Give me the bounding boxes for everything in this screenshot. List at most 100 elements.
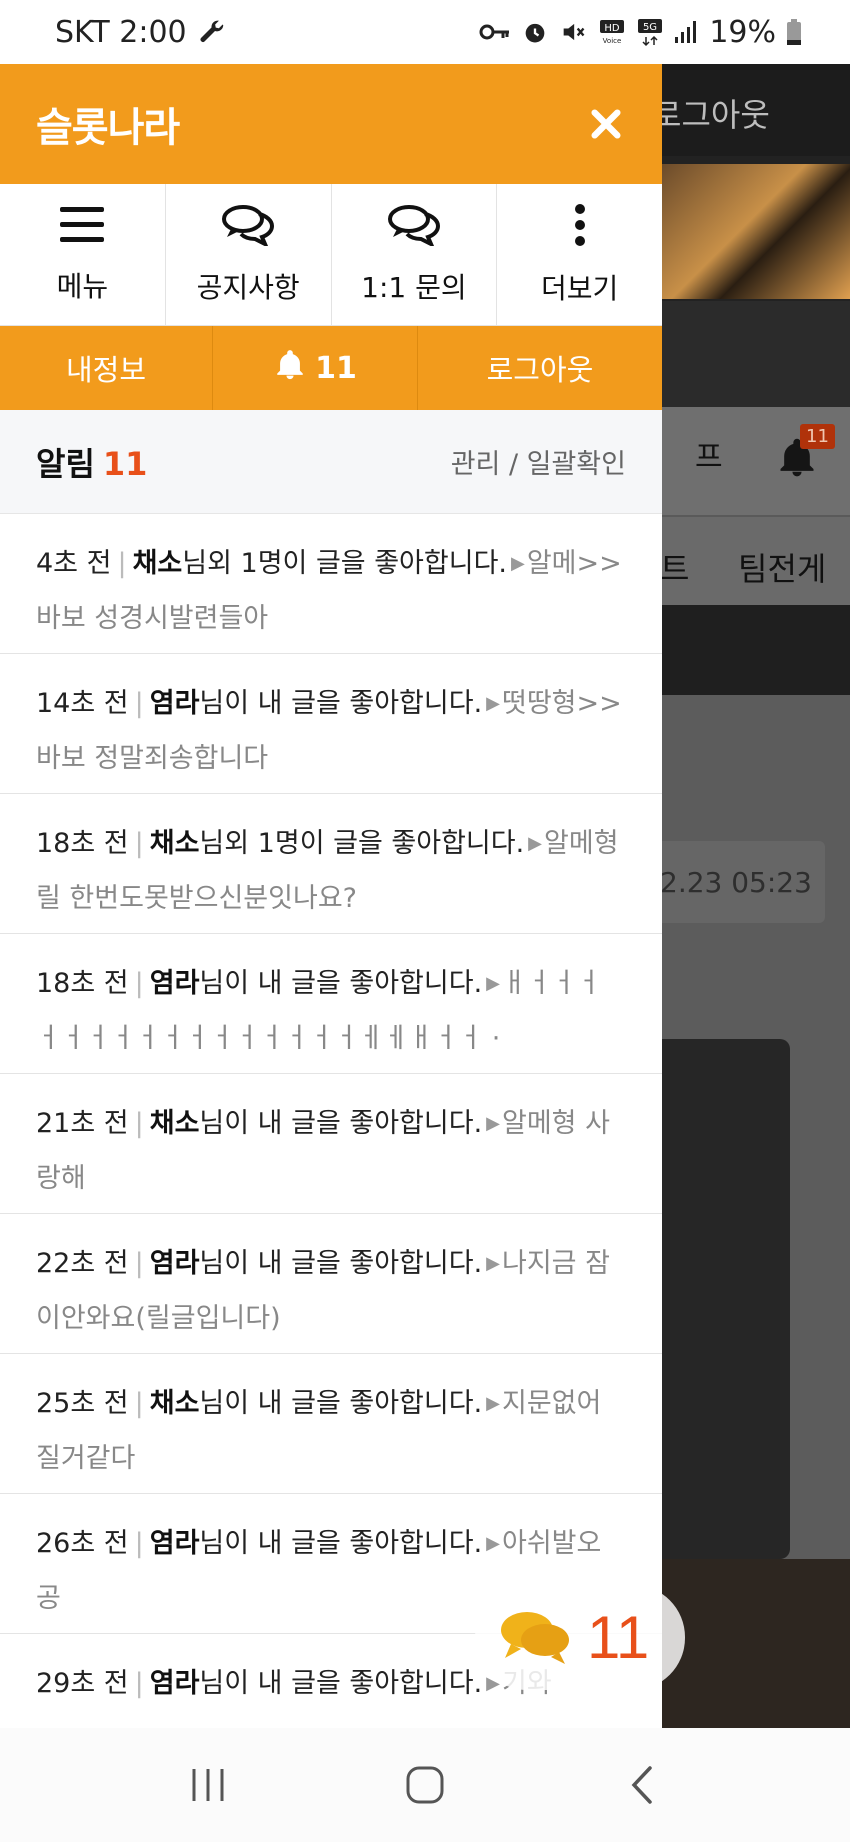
- site-title: 슬롯나라: [36, 105, 180, 151]
- notification-list: 4초 전 | 채소님외 1명이 글을 좋아합니다. ▶알메>>바보 성경시발련들아 1…: [0, 514, 662, 1728]
- notification-time: 21초 전: [36, 1108, 129, 1139]
- bg-logout-link[interactable]: 로그아웃: [652, 90, 770, 136]
- notification-user: 염라: [149, 688, 200, 719]
- quick-menu-label: 공지사항: [196, 270, 300, 304]
- notification-time: 18초 전: [36, 828, 129, 859]
- notification-item[interactable]: 4초 전 | 채소님외 1명이 글을 좋아합니다. ▶알메>>바보 성경시발련들아: [0, 514, 662, 654]
- key-icon: [479, 20, 511, 44]
- notification-user: 채소: [149, 828, 200, 859]
- notification-time: 29초 전: [36, 1668, 129, 1699]
- quick-menu-label: 1:1 문의: [361, 270, 467, 304]
- separator: |: [134, 828, 144, 859]
- more-vertical-icon: [573, 203, 587, 251]
- arrow-right-icon: ▶: [486, 1113, 500, 1134]
- chat-count: 11: [587, 1604, 650, 1671]
- home-icon: [406, 1766, 444, 1804]
- status-left: SKT 2:00: [55, 15, 227, 50]
- bg-bell-badge: 11: [800, 424, 835, 449]
- chat-bubbles-icon: [497, 1606, 573, 1670]
- close-button[interactable]: [586, 104, 626, 144]
- alarm-clock-icon: [521, 18, 549, 46]
- alarm-title-text: 알림: [36, 444, 95, 483]
- quick-menu: 메뉴 공지사항 1:1 문의 더보기: [0, 184, 662, 326]
- quick-menu-item-more[interactable]: 더보기: [497, 184, 662, 325]
- notification-user: 염라: [149, 1248, 200, 1279]
- notification-message: 님이 내 글을 좋아합니다.: [199, 688, 483, 719]
- notification-user: 염라: [149, 968, 200, 999]
- quick-menu-item-notice[interactable]: 공지사항: [166, 184, 332, 325]
- svg-text:HD: HD: [605, 23, 621, 34]
- status-bar: SKT 2:00 HD Voice 5G 19%: [0, 0, 850, 64]
- notification-time: 25초 전: [36, 1388, 129, 1419]
- notification-button[interactable]: 11: [213, 326, 418, 410]
- separator: |: [134, 1528, 144, 1559]
- carrier-time: SKT 2:00: [55, 14, 187, 50]
- separator: |: [134, 968, 144, 999]
- chat-bubbles-icon: [387, 204, 441, 250]
- recent-apps-icon: [192, 1769, 224, 1801]
- separator: |: [117, 548, 127, 579]
- quick-menu-item-menu[interactable]: 메뉴: [0, 184, 166, 325]
- notification-item[interactable]: 22초 전 | 염라님이 내 글을 좋아합니다. ▶나지금 잠이안와요(릴글입니다): [0, 1214, 662, 1354]
- logout-button[interactable]: 로그아웃: [418, 326, 662, 410]
- notification-count: 11: [315, 350, 357, 386]
- bg-nav-item[interactable]: 트: [660, 544, 689, 590]
- home-button[interactable]: [365, 1745, 485, 1825]
- notification-message: 님외 1명이 글을 좋아합니다.: [182, 548, 507, 579]
- notification-message: 님이 내 글을 좋아합니다.: [199, 1388, 483, 1419]
- svg-text:Voice: Voice: [603, 37, 622, 45]
- signal-icon: [673, 19, 699, 45]
- hamburger-icon: [59, 205, 105, 249]
- quick-menu-label: 메뉴: [56, 269, 109, 303]
- alarm-count: 11: [102, 444, 148, 483]
- action-bar: 내정보 11 로그아웃: [0, 326, 662, 410]
- hd-voice-icon: HD Voice: [597, 17, 627, 47]
- battery-level: 19%: [709, 14, 776, 50]
- notification-item[interactable]: 18초 전 | 채소님외 1명이 글을 좋아합니다. ▶알메형 릴 한번도못받으신분잇…: [0, 794, 662, 934]
- notification-item[interactable]: 21초 전 | 채소님이 내 글을 좋아합니다. ▶알메형 사랑해: [0, 1074, 662, 1214]
- separator: |: [134, 1108, 144, 1139]
- arrow-right-icon: ▶: [511, 553, 525, 574]
- notification-time: 14초 전: [36, 688, 129, 719]
- 5g-icon: 5G: [637, 17, 663, 47]
- status-right: HD Voice 5G 19%: [479, 15, 802, 50]
- notification-user: 채소: [149, 1108, 200, 1139]
- notification-user: 채소: [149, 1388, 200, 1419]
- system-nav-bar: [0, 1728, 850, 1842]
- recent-apps-button[interactable]: [148, 1745, 268, 1825]
- arrow-right-icon: ▶: [486, 1253, 500, 1274]
- my-info-button[interactable]: 내정보: [0, 326, 213, 410]
- notification-message: 님이 내 글을 좋아합니다.: [199, 1248, 483, 1279]
- notification-item[interactable]: 14초 전 | 염라님이 내 글을 좋아합니다. ▶떳땅형>>바보 정말죄송합니다: [0, 654, 662, 794]
- back-icon: [631, 1766, 652, 1804]
- notification-time: 4초 전: [36, 548, 112, 579]
- notification-user: 염라: [149, 1528, 200, 1559]
- quick-menu-label: 더보기: [540, 271, 619, 305]
- notification-message: 님이 내 글을 좋아합니다.: [199, 968, 483, 999]
- bg-date: 2.23 05:23: [660, 866, 812, 899]
- alarm-title: 알림 11: [36, 439, 147, 485]
- quick-menu-item-inquiry[interactable]: 1:1 문의: [332, 184, 498, 325]
- bg-nav-item[interactable]: 팀전게: [738, 544, 826, 590]
- bg-tab[interactable]: 프: [695, 432, 723, 476]
- arrow-right-icon: ▶: [486, 973, 500, 994]
- battery-icon: [786, 18, 802, 46]
- arrow-right-icon: ▶: [486, 1533, 500, 1554]
- notification-time: 26초 전: [36, 1528, 129, 1559]
- chat-float-button[interactable]: 11: [475, 1585, 685, 1690]
- notification-time: 22초 전: [36, 1248, 129, 1279]
- alarm-header: 알림 11 관리 / 일괄확인: [0, 410, 662, 514]
- mute-icon: [559, 18, 587, 46]
- svg-text:5G: 5G: [643, 22, 657, 33]
- bg-banner-image: [660, 164, 850, 299]
- notification-item[interactable]: 18초 전 | 염라님이 내 글을 좋아합니다. ▶ㅐㅓㅓㅓㅓㅓㅓㅓㅓㅓㅓㅓㅓㅓㅓㅓㅓ…: [0, 934, 662, 1074]
- notification-message: 님이 내 글을 좋아합니다.: [199, 1668, 483, 1699]
- bg-video[interactable]: [640, 1039, 790, 1559]
- bell-icon: [273, 347, 307, 390]
- wrench-icon: [197, 17, 227, 47]
- manage-confirm-all-link[interactable]: 관리 / 일괄확인: [451, 442, 626, 481]
- arrow-right-icon: ▶: [486, 693, 500, 714]
- notification-item[interactable]: 25초 전 | 채소님이 내 글을 좋아합니다. ▶지문없어질거같다: [0, 1354, 662, 1494]
- back-button[interactable]: [582, 1745, 702, 1825]
- separator: |: [134, 1248, 144, 1279]
